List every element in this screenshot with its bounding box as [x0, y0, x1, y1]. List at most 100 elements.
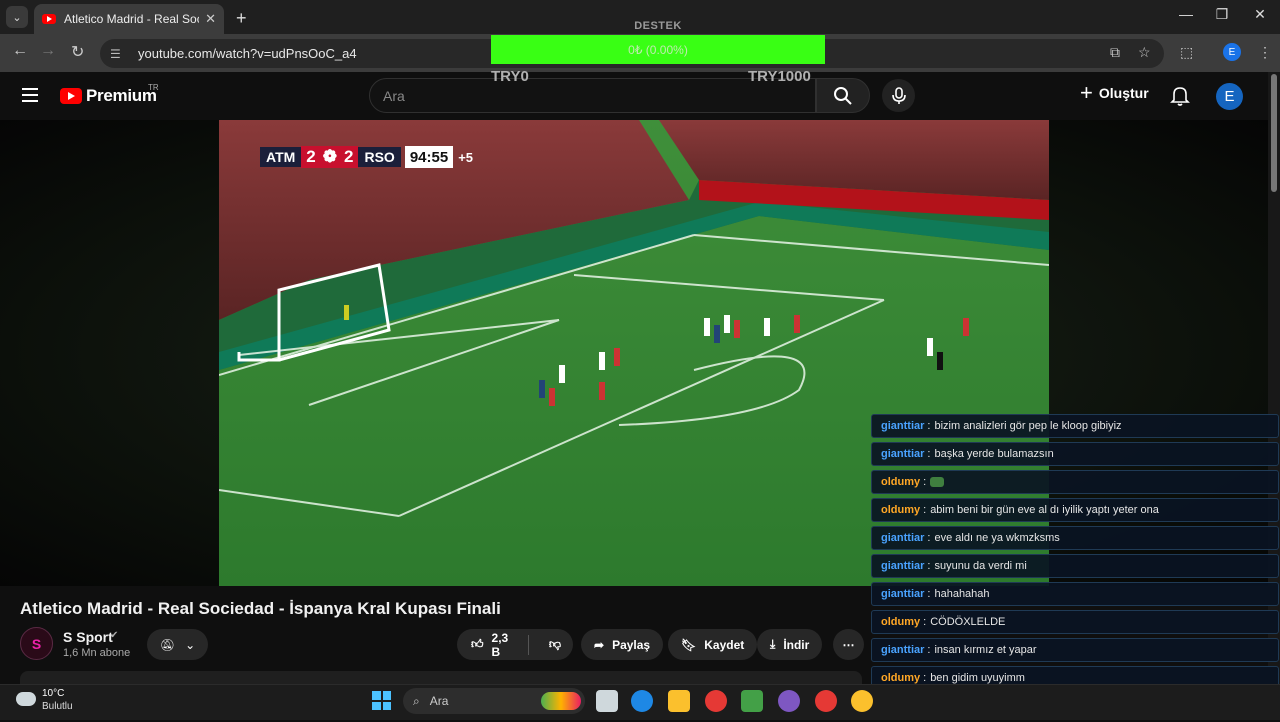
bell-icon [1170, 87, 1190, 106]
chat-username: gianttiar [881, 644, 925, 656]
home-goals: 2 [301, 146, 321, 168]
chat-separator: : [927, 560, 931, 572]
search-highlight-icon [541, 692, 581, 710]
chat-separator: : [927, 588, 931, 600]
bookmark-star-icon[interactable]: ☆ [1138, 44, 1151, 61]
chat-message: oldumy: [871, 470, 1279, 494]
share-label: Paylaş [612, 637, 651, 652]
browser-menu-icon[interactable]: ⋮ [1258, 44, 1272, 61]
opera-browser-icon[interactable] [705, 690, 727, 712]
tab-search-menu-button[interactable]: ⌄ [6, 6, 28, 28]
chat-username: oldumy [881, 504, 921, 516]
chat-username: oldumy [881, 476, 921, 488]
install-app-icon[interactable]: ⧉ [1110, 44, 1120, 61]
download-icon: ⤓ [770, 637, 776, 651]
address-url: youtube.com/watch?v=udPnsOoC_a4 [138, 46, 357, 61]
away-goals: 2 [339, 146, 359, 168]
extensions-icon[interactable]: ⬚ [1180, 44, 1193, 61]
chrome-browser-icon[interactable] [851, 690, 873, 712]
xbox-icon[interactable] [741, 690, 763, 712]
chat-message: gianttiar: hahahahah [871, 582, 1279, 606]
notifications-button[interactable] [1170, 85, 1190, 112]
restore-button[interactable]: ❐ [1212, 6, 1232, 23]
save-button[interactable]: 🔖︎ Kaydet [668, 629, 758, 660]
cup-crest-icon: ❁ [320, 146, 340, 168]
donation-min-label: TRY0 [491, 68, 529, 85]
account-avatar[interactable]: E [1216, 83, 1243, 110]
description-panel[interactable] [20, 671, 862, 685]
file-explorer-icon[interactable] [668, 690, 690, 712]
home-team: ATM [260, 147, 302, 167]
chat-text: hahahahah [934, 588, 990, 600]
chat-message: oldumy: CÖDÖXLELDE [871, 610, 1279, 634]
chat-overlay: gianttiar: bizim analizleri gör pep le kl… [871, 414, 1279, 722]
chat-separator: : [927, 448, 931, 460]
chat-text: eve aldı ne ya wkmzksms [934, 532, 1060, 544]
download-label: İndir [783, 637, 810, 652]
chat-message: gianttiar: insan kırmız et yapar [871, 638, 1279, 662]
share-button[interactable]: ➦ Paylaş [581, 629, 664, 660]
chat-separator: : [927, 532, 931, 544]
bookmark-icon: 🔖︎ [681, 637, 697, 652]
thumbs-up-icon: 👍︎ [471, 637, 484, 651]
chat-message: gianttiar: başka yerde bulamazsın [871, 442, 1279, 466]
weather-temperature[interactable]: 10°C [42, 688, 64, 699]
browser-profile-avatar[interactable]: E [1223, 43, 1241, 61]
chat-message: gianttiar: suyunu da verdi mi [871, 554, 1279, 578]
chat-separator: : [923, 616, 927, 628]
chat-separator: : [923, 504, 927, 516]
chat-separator: : [927, 644, 931, 656]
money-emoji-icon [930, 477, 945, 487]
create-label: Oluştur [1098, 85, 1149, 101]
forward-arrow-icon[interactable]: → [40, 42, 56, 60]
cloud-icon[interactable] [16, 692, 36, 706]
chat-username: oldumy [881, 672, 921, 684]
more-actions-button[interactable]: ⋯ [833, 629, 864, 660]
search-button[interactable] [816, 78, 870, 113]
taskbar-search[interactable]: ⌕ Ara [403, 688, 585, 714]
minimize-button[interactable]: — [1176, 6, 1196, 22]
microphone-icon [891, 86, 906, 104]
browser-tab-active[interactable]: Atletico Madrid - Real Sociedad ✕ [34, 4, 224, 34]
channel-name[interactable]: S Sport [63, 629, 113, 645]
chat-separator: : [927, 420, 931, 432]
donation-label: DESTEK [634, 20, 682, 32]
chat-username: gianttiar [881, 588, 925, 600]
away-team: RSO [358, 147, 401, 167]
donation-progress-text: 0₺ (0.00%) [628, 42, 688, 57]
tab-close-icon[interactable]: ✕ [205, 11, 216, 27]
channel-avatar[interactable]: S [20, 627, 53, 660]
dislike-button[interactable]: 👎︎ [537, 637, 573, 652]
isp-app-icon[interactable] [778, 690, 800, 712]
chat-text: suyunu da verdi mi [934, 560, 1027, 572]
menu-icon[interactable] [22, 88, 38, 102]
weather-description[interactable]: Bulutlu [42, 701, 73, 712]
scrollbar-thumb[interactable] [1271, 74, 1277, 192]
chevron-down-icon: ⌄ [185, 637, 196, 652]
chat-text: ben gidim uyuyimm [930, 672, 1025, 684]
close-window-button[interactable]: ✕ [1250, 6, 1270, 23]
subscription-notifications-button[interactable]: 🔕︎ ⌄ [147, 629, 208, 660]
task-view-icon[interactable] [596, 690, 618, 712]
plus-icon: + [1080, 80, 1093, 105]
create-button[interactable]: + Oluştur [1080, 80, 1149, 105]
chat-username: gianttiar [881, 448, 925, 460]
youtube-music-icon[interactable] [815, 690, 837, 712]
added-time: +5 [458, 149, 474, 165]
search-icon: ⌕ [413, 693, 420, 708]
video-title: Atletico Madrid - Real Sociedad - İspany… [20, 599, 501, 618]
back-arrow-icon[interactable]: ← [12, 42, 28, 60]
windows-start-icon[interactable] [372, 691, 391, 710]
voice-search-button[interactable] [882, 79, 915, 112]
new-tab-button[interactable]: + [236, 8, 247, 29]
like-button[interactable]: 👍︎ 2,3 B [457, 631, 529, 659]
edge-browser-icon[interactable] [631, 690, 653, 712]
reload-icon[interactable]: ↻ [71, 42, 84, 62]
logo-text: Premium [86, 86, 157, 105]
chat-username: oldumy [881, 616, 921, 628]
youtube-premium-logo[interactable]: Premium [60, 86, 157, 106]
chat-message: oldumy: abim beni bir gün eve al dı iyili… [871, 498, 1279, 522]
site-info-icon[interactable]: ☰ [110, 47, 126, 61]
download-button[interactable]: ⤓ İndir [757, 629, 823, 660]
subscriber-count: 1,6 Mn abone [63, 647, 131, 659]
